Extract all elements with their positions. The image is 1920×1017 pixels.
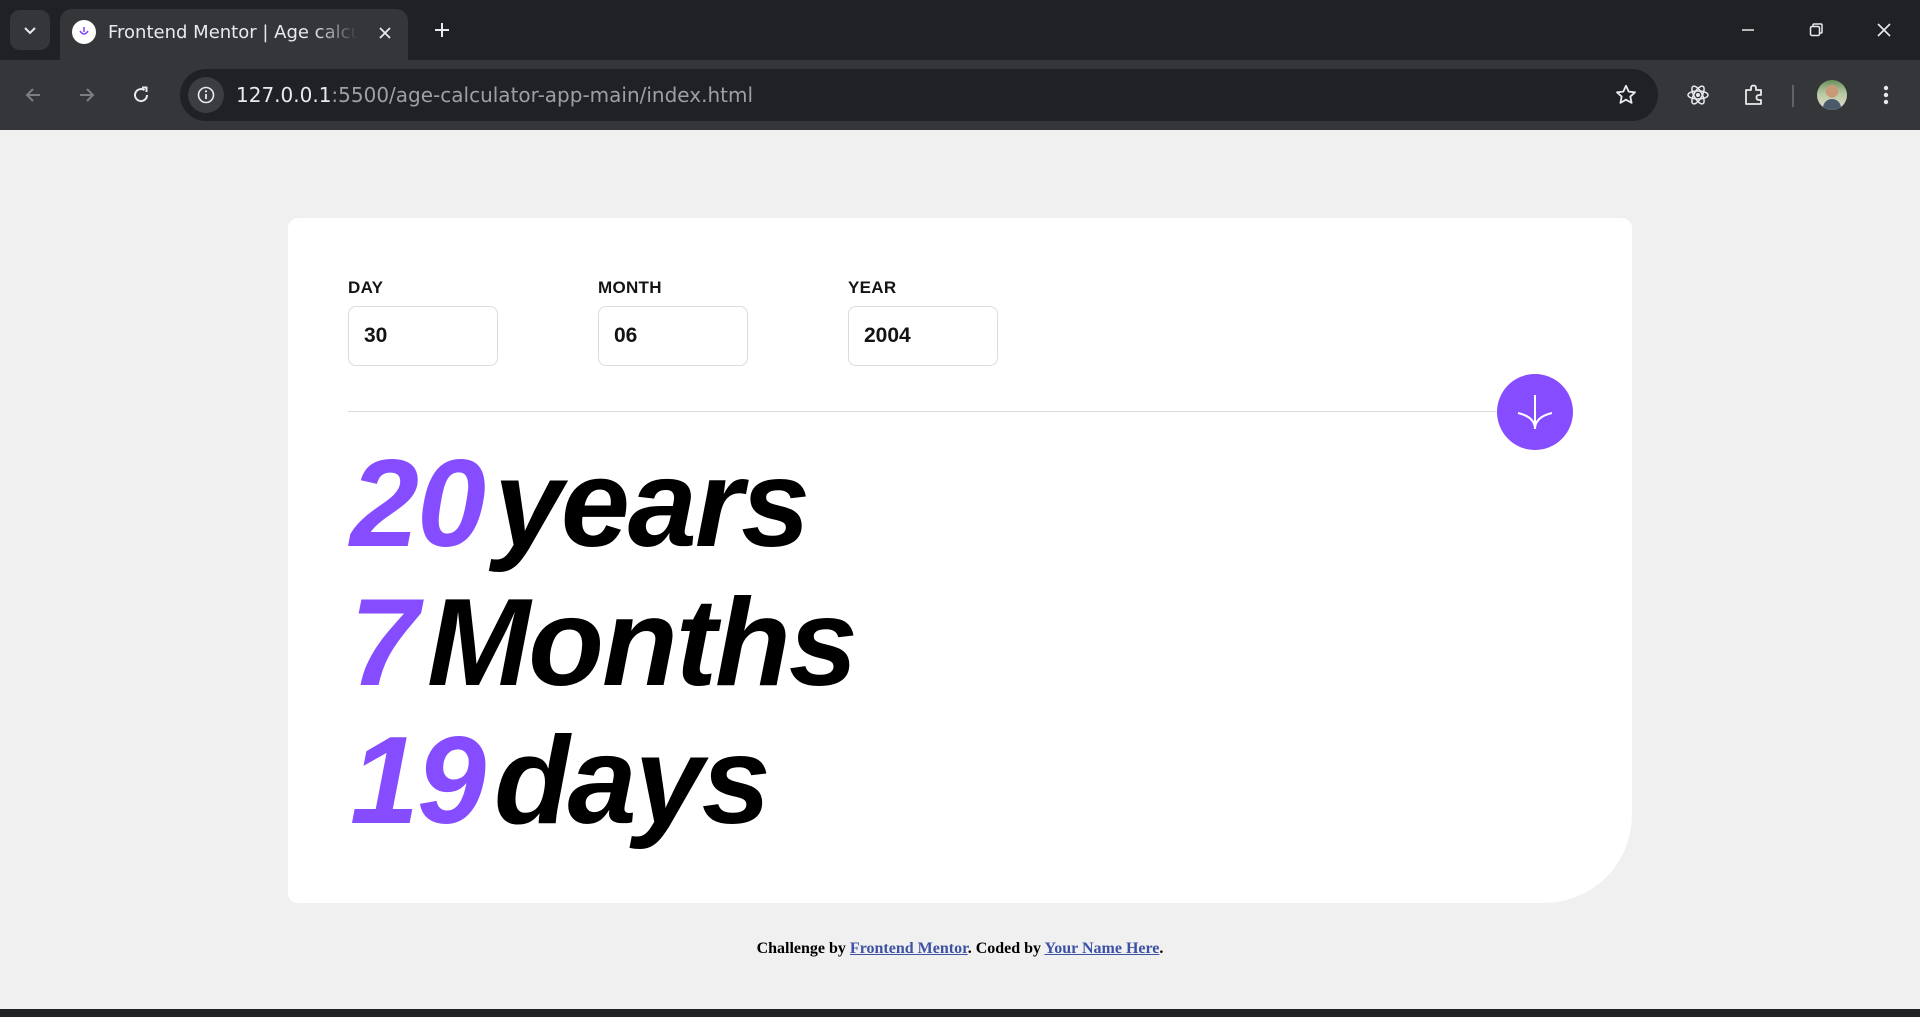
site-info-icon[interactable] [188,77,224,113]
react-devtools-extension-icon[interactable] [1680,77,1716,113]
months-value: 7 [350,574,419,712]
form-divider [348,411,1498,412]
restore-icon [1809,23,1823,37]
close-icon [1877,23,1891,37]
day-label: DAY [348,278,384,297]
close-tab-icon[interactable] [374,22,396,44]
days-value: 19 [350,712,486,850]
address-bar[interactable]: 127.0.0.1:5500/age-calculator-app-main/i… [180,69,1658,121]
day-field: DAY [348,278,498,366]
years-unit: years [493,435,810,573]
profile-avatar[interactable] [1817,80,1847,110]
year-label: YEAR [848,278,897,297]
more-menu-icon[interactable] [1868,77,1904,113]
month-field: MONTH [598,278,748,366]
attribution: Challenge by Frontend Mentor. Coded by Y… [0,940,1920,958]
new-tab-button[interactable] [424,12,460,48]
browser-tab-bar: Frontend Mentor | Age calculator app [0,0,1920,60]
days-unit: days [493,712,771,850]
attribution-prefix: Challenge by [756,940,846,957]
toolbar-separator [1792,85,1794,107]
attribution-suffix: . [1159,940,1164,957]
age-calculator-card: DAY MONTH YEAR 20years 7Months 19days [288,218,1632,903]
tab-search-button[interactable] [10,10,50,50]
months-result: 7Months [350,581,858,705]
restore-button[interactable] [1794,8,1838,52]
author-link[interactable]: Your Name Here [1044,940,1159,957]
calculate-button[interactable] [1497,374,1573,450]
chevron-down-icon [24,27,36,35]
arrow-down-icon [1517,395,1553,430]
plus-icon [435,23,449,37]
url-host: 127.0.0.1 [236,83,332,107]
frontend-mentor-link[interactable]: Frontend Mentor [850,940,968,957]
tab-title: Frontend Mentor | Age calculator app [108,22,358,43]
arrow-right-icon [80,88,95,102]
attribution-middle: . Coded by [967,940,1042,957]
year-input[interactable] [848,306,998,366]
taskbar-edge [0,1009,1920,1017]
url-text[interactable]: 127.0.0.1:5500/age-calculator-app-main/i… [236,83,753,107]
years-value: 20 [350,435,486,573]
months-unit: Months [426,574,858,712]
month-input[interactable] [598,306,748,366]
back-button[interactable] [13,75,53,115]
years-result: 20years [350,442,810,566]
days-result: 19days [350,719,771,843]
url-path: :5500/age-calculator-app-main/index.html [331,83,754,107]
close-window-button[interactable] [1862,8,1906,52]
browser-toolbar: 127.0.0.1:5500/age-calculator-app-main/i… [0,60,1920,130]
minimize-icon [1742,29,1754,31]
reload-button[interactable] [121,75,161,115]
forward-button[interactable] [67,75,107,115]
browser-tab[interactable]: Frontend Mentor | Age calculator app [60,9,408,60]
frontend-mentor-favicon-icon [72,20,96,44]
arrow-left-icon [25,88,40,102]
extensions-puzzle-icon[interactable] [1736,77,1772,113]
month-label: MONTH [598,278,662,297]
reload-icon [134,86,149,103]
bookmark-star-icon[interactable] [1612,81,1640,109]
year-field: YEAR [848,278,998,366]
minimize-button[interactable] [1726,8,1770,52]
day-input[interactable] [348,306,498,366]
